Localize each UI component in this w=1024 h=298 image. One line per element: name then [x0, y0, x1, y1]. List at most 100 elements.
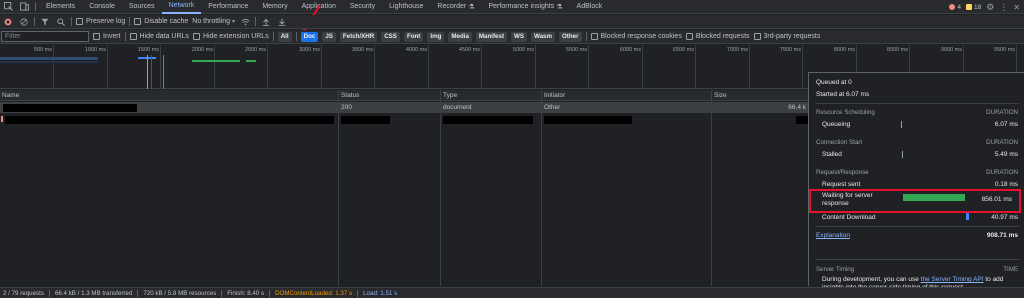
redacted-initiator	[544, 115, 632, 124]
chevron-down-icon: ▾	[232, 19, 236, 25]
tab-sources[interactable]: Sources	[122, 0, 162, 14]
explanation-link[interactable]: Explanation	[816, 232, 850, 239]
disable-cache-label: Disable cache	[144, 18, 189, 25]
gear-icon[interactable]: ⚙	[986, 2, 994, 13]
server-timing-api-link[interactable]: the Server Timing API	[921, 276, 984, 283]
preserve-log-checkbox[interactable]: Preserve log	[76, 18, 125, 25]
type-filter-all[interactable]: All	[277, 31, 292, 42]
type-filter-img[interactable]: Img	[427, 31, 445, 42]
section-server-timing: Server Timing	[816, 266, 855, 273]
filter-input[interactable]	[1, 31, 89, 42]
more-options-icon[interactable]: ⋮	[999, 2, 1008, 13]
throttling-select[interactable]: No throttling ▾	[192, 18, 235, 25]
type-filter-fetch-xhr[interactable]: Fetch/XHR	[339, 31, 378, 42]
tab-elements[interactable]: Elements	[39, 0, 82, 14]
type-filter-js[interactable]: JS	[322, 31, 336, 42]
tab-adblock[interactable]: AdBlock	[570, 0, 610, 14]
checkbox-box	[134, 18, 142, 25]
dom-content-loaded-time: DOMContentLoaded: 1.37 s	[275, 289, 353, 297]
export-har-icon[interactable]	[276, 16, 288, 28]
request-sent-label: Request sent	[822, 181, 861, 188]
flask-icon: ⚗	[556, 3, 563, 11]
divider	[35, 2, 36, 11]
tabbar-right-controls: 4 18 ⚙ ⋮ ✕	[949, 0, 1020, 14]
column-header-size[interactable]: Size	[711, 90, 808, 101]
type-filter-font[interactable]: Font	[403, 31, 424, 42]
timing-popover: Queued at 0 Started at 6.07 ms Resource …	[808, 72, 1024, 291]
timeline-tick: 4500 ms	[459, 45, 482, 89]
error-icon	[949, 4, 956, 10]
import-har-icon[interactable]	[260, 16, 272, 28]
invert-checkbox[interactable]: Invert	[93, 33, 121, 40]
tab-recorder-label: Recorder	[437, 3, 467, 10]
blocked-requests-label: Blocked requests	[695, 33, 750, 40]
tab-security[interactable]: Security	[343, 0, 382, 14]
timeline-tick: 5500 ms	[566, 45, 589, 89]
table-header: Name Status Type Initiator Size	[0, 90, 808, 101]
timeline-tick-label: 500 ms	[33, 47, 52, 53]
tab-console[interactable]: Console	[82, 0, 122, 14]
column-header-initiator[interactable]: Initiator	[541, 90, 711, 101]
search-icon[interactable]	[55, 16, 67, 28]
tab-performance[interactable]: Performance	[201, 0, 255, 14]
table-row[interactable]	[0, 114, 808, 125]
column-header-name[interactable]: Name	[0, 90, 338, 101]
third-party-requests-checkbox[interactable]: 3rd-party requests	[753, 33, 820, 40]
type-filter-media[interactable]: Media	[448, 31, 472, 42]
tab-recorder[interactable]: Recorder ⚗	[430, 0, 481, 14]
inspect-element-icon[interactable]	[0, 0, 16, 14]
resources-size: 720 kB / 5.8 MB resources	[143, 289, 217, 297]
record-stop-icon[interactable]	[2, 16, 14, 28]
timeline-tick: 7000 ms	[727, 45, 750, 89]
type-filter-wasm[interactable]: Wasm	[530, 31, 555, 42]
type-filter-ws[interactable]: WS	[511, 31, 527, 42]
blocked-requests-checkbox[interactable]: Blocked requests	[685, 33, 750, 40]
network-conditions-icon[interactable]	[239, 16, 251, 28]
request-count: 2 / 79 requests	[3, 289, 44, 297]
stalled-bar	[902, 151, 903, 158]
request-sent-value: 0.18 ms	[994, 181, 1018, 188]
tab-memory[interactable]: Memory	[255, 0, 294, 14]
device-toolbar-icon[interactable]	[16, 0, 32, 14]
error-count-badge[interactable]: 4	[949, 4, 961, 11]
table-row[interactable]: 200 document Other 66.4 k	[0, 102, 808, 113]
timeline-tick-label: 6500 ms	[672, 47, 694, 53]
hide-extension-urls-checkbox[interactable]: Hide extension URLs	[192, 33, 269, 40]
queueing-bar	[901, 121, 902, 128]
disable-cache-checkbox[interactable]: Disable cache	[134, 18, 188, 25]
warning-count-badge[interactable]: 18	[965, 4, 981, 11]
type-filter-manifest[interactable]: Manifest	[475, 31, 508, 42]
filter-icon[interactable]	[39, 16, 51, 28]
checkbox-box	[129, 33, 137, 40]
tab-lighthouse[interactable]: Lighthouse	[382, 0, 430, 14]
timeline-tick-label: 5500 ms	[565, 47, 587, 53]
divider	[815, 103, 1019, 104]
close-icon[interactable]: ✕	[1013, 3, 1020, 12]
column-header-status[interactable]: Status	[338, 90, 440, 101]
timeline-tick-label: 2000 ms	[191, 47, 213, 53]
column-divider	[711, 101, 712, 286]
divider	[71, 17, 72, 26]
tab-performance-insights[interactable]: Performance insights ⚗	[482, 0, 570, 14]
type-filter-doc[interactable]: Doc	[300, 31, 319, 42]
throttling-value: No throttling	[192, 18, 231, 25]
blocked-response-cookies-checkbox[interactable]: Blocked response cookies	[590, 33, 682, 40]
type-filter-other[interactable]: Other	[558, 31, 582, 42]
divider	[124, 32, 126, 41]
tab-performance-insights-label: Performance insights	[488, 3, 555, 10]
type-filter-css[interactable]: CSS	[381, 31, 400, 42]
hide-data-urls-checkbox[interactable]: Hide data URLs	[129, 33, 189, 40]
redacted-url	[3, 103, 137, 112]
clear-icon[interactable]	[18, 16, 30, 28]
preserve-log-label: Preserve log	[86, 18, 126, 25]
timeline-tick: 4000 ms	[406, 45, 429, 89]
divider	[48, 289, 50, 297]
redacted-type	[443, 115, 533, 124]
column-divider	[541, 101, 542, 286]
size-cell: 66.4 k	[788, 104, 806, 111]
divider	[295, 32, 297, 41]
tab-network[interactable]: Network	[161, 0, 202, 14]
warning-icon	[965, 4, 972, 10]
divider	[815, 259, 1019, 260]
column-header-type[interactable]: Type	[440, 90, 541, 101]
